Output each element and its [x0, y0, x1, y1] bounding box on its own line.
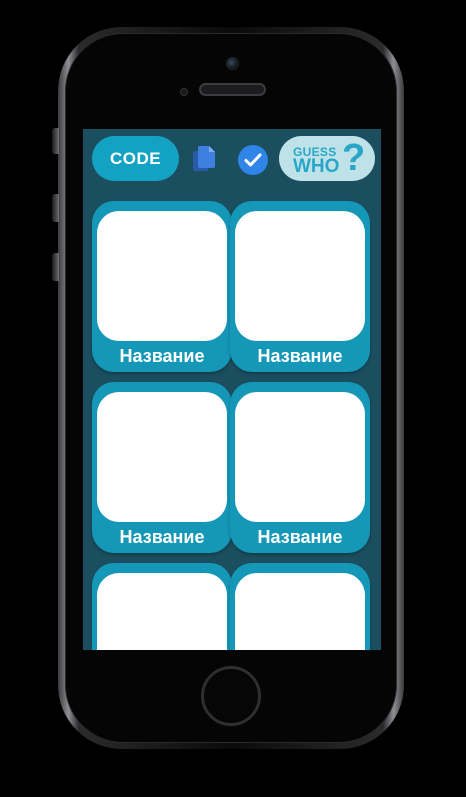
character-photo	[235, 392, 365, 522]
question-mark-icon: ?	[342, 137, 366, 179]
guess-who-logo-button[interactable]: GUESS WHO ?	[279, 136, 375, 181]
character-photo	[235, 211, 365, 341]
character-card[interactable]: Название	[230, 382, 370, 553]
earpiece-speaker	[199, 83, 266, 96]
character-name: Название	[119, 346, 205, 366]
character-card[interactable]: Название	[92, 382, 232, 553]
character-photo	[235, 573, 365, 650]
copy-icon[interactable]	[192, 145, 216, 173]
character-card[interactable]	[92, 563, 232, 650]
character-photo	[97, 573, 227, 650]
check-circle-icon[interactable]	[237, 144, 269, 176]
character-photo	[97, 392, 227, 522]
proximity-sensor	[180, 88, 188, 96]
character-name: Название	[257, 346, 343, 366]
character-card[interactable]: Название	[230, 201, 370, 372]
top-bar: CODE GUESS WHO ?	[83, 129, 381, 191]
code-button[interactable]: CODE	[92, 136, 179, 181]
logo-who-text: WHO	[293, 156, 340, 177]
character-card[interactable]	[230, 563, 370, 650]
character-name: Название	[119, 527, 205, 547]
home-button[interactable]	[201, 666, 261, 726]
character-photo	[97, 211, 227, 341]
volume-up-button	[52, 194, 59, 222]
character-card[interactable]: Название	[92, 201, 232, 372]
app-screen: CODE GUESS WHO ? Название Название Назва…	[83, 129, 381, 650]
volume-down-button	[52, 253, 59, 281]
character-name: Название	[257, 527, 343, 547]
front-camera	[226, 57, 239, 70]
mute-switch	[52, 128, 59, 154]
